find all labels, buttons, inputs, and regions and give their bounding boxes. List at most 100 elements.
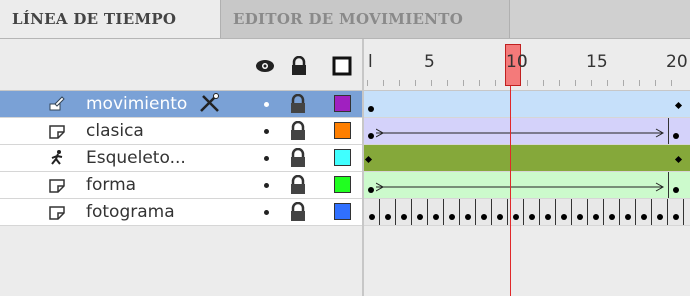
- layer-color-swatch[interactable]: [334, 176, 351, 193]
- armature-icon: [51, 150, 63, 165]
- keyframe[interactable]: [673, 187, 679, 193]
- keyframe[interactable]: [449, 214, 455, 220]
- frame-cell[interactable]: [652, 199, 668, 225]
- tween-arrow: [376, 128, 665, 138]
- lock-icon[interactable]: [288, 202, 308, 222]
- ruler-tick: [639, 80, 640, 86]
- frame-cell[interactable]: [604, 199, 620, 225]
- frame-cell[interactable]: [380, 199, 396, 225]
- frame-cell[interactable]: [572, 199, 588, 225]
- frame-cell[interactable]: [620, 199, 636, 225]
- frame-cell[interactable]: [556, 199, 572, 225]
- keyframe[interactable]: [497, 214, 503, 220]
- keyframe[interactable]: [417, 214, 423, 220]
- keyframe[interactable]: [577, 214, 583, 220]
- layer-color-swatch[interactable]: [334, 149, 351, 166]
- track-fotograma[interactable]: [364, 199, 690, 226]
- frame-cell[interactable]: [476, 199, 492, 225]
- ruler-tick: [575, 80, 576, 86]
- layer-icon: [49, 206, 65, 220]
- track-clasica[interactable]: [364, 118, 690, 145]
- timeline-empty-area: [364, 226, 690, 296]
- frame-cell[interactable]: [428, 199, 444, 225]
- layer-name[interactable]: forma: [86, 172, 136, 198]
- frame-cell[interactable]: [524, 199, 540, 225]
- visibility-dot[interactable]: [264, 183, 269, 188]
- keyframe[interactable]: [673, 133, 679, 139]
- lock-icon[interactable]: [290, 56, 308, 76]
- visibility-dot[interactable]: [264, 102, 269, 107]
- layer-row-forma[interactable]: forma: [0, 172, 362, 199]
- ruler-tick: [367, 80, 368, 86]
- ruler-tick: [623, 80, 624, 86]
- ruler-tick: [479, 80, 480, 86]
- keyframe[interactable]: [401, 214, 407, 220]
- eye-icon[interactable]: [253, 56, 277, 76]
- keyframe[interactable]: [385, 214, 391, 220]
- tab-timeline[interactable]: LÍNEA DE TIEMPO: [0, 0, 221, 38]
- ruler-tick: [383, 80, 384, 86]
- keyframe[interactable]: [673, 214, 679, 220]
- layer-row-fotograma[interactable]: fotograma: [0, 199, 362, 226]
- frame-cell[interactable]: [540, 199, 556, 225]
- layer-color-swatch[interactable]: [334, 122, 351, 139]
- frame-cell[interactable]: [460, 199, 476, 225]
- track-forma[interactable]: [364, 172, 690, 199]
- ruler-tick: [447, 80, 448, 86]
- keyframe[interactable]: [657, 214, 663, 220]
- track-movimiento[interactable]: [364, 91, 690, 118]
- keyframe[interactable]: [481, 214, 487, 220]
- track-esqueleto[interactable]: [364, 145, 690, 172]
- ruler-tick: [543, 80, 544, 86]
- outline-square-icon[interactable]: [332, 56, 352, 76]
- frame-cell[interactable]: [636, 199, 652, 225]
- lock-icon[interactable]: [288, 121, 308, 141]
- visibility-dot[interactable]: [264, 129, 269, 134]
- property-keyframe[interactable]: [674, 101, 683, 110]
- keyframe[interactable]: [545, 214, 551, 220]
- keyframe[interactable]: [368, 187, 374, 193]
- keyframe[interactable]: [369, 214, 375, 220]
- ruler-tick: [415, 80, 416, 86]
- pose-keyframe[interactable]: [674, 155, 683, 164]
- layer-name[interactable]: movimiento: [86, 91, 187, 117]
- lock-icon[interactable]: [288, 94, 308, 114]
- visibility-dot[interactable]: [264, 210, 269, 215]
- layer-color-swatch[interactable]: [334, 203, 351, 220]
- tab-motion-editor[interactable]: EDITOR DE MOVIMIENTO: [221, 0, 510, 38]
- keyframe[interactable]: [593, 214, 599, 220]
- keyframe[interactable]: [561, 214, 567, 220]
- layer-row-esqueleto[interactable]: Esqueleto...: [0, 145, 362, 172]
- layer-row-clasica[interactable]: clasica: [0, 118, 362, 145]
- layer-row-movimiento[interactable]: movimiento: [0, 91, 362, 118]
- keyframe[interactable]: [513, 214, 519, 220]
- ruler-tick: [463, 80, 464, 86]
- keyframe[interactable]: [465, 214, 471, 220]
- keyframe[interactable]: [433, 214, 439, 220]
- layers-empty-area: [0, 226, 362, 296]
- frame-cell[interactable]: [396, 199, 412, 225]
- keyframe[interactable]: [368, 133, 374, 139]
- frame-cell[interactable]: [492, 199, 508, 225]
- lock-icon[interactable]: [288, 148, 308, 168]
- keyframe[interactable]: [609, 214, 615, 220]
- keyframe[interactable]: [368, 106, 374, 112]
- keyframe[interactable]: [529, 214, 535, 220]
- visibility-dot[interactable]: [264, 156, 269, 161]
- lock-icon[interactable]: [288, 175, 308, 195]
- frame-cell[interactable]: [668, 199, 684, 225]
- layer-color-swatch[interactable]: [334, 95, 351, 112]
- layer-name[interactable]: Esqueleto...: [86, 145, 186, 171]
- frame-cell[interactable]: [412, 199, 428, 225]
- ruler-tick: [655, 80, 656, 86]
- pen-cross-icon[interactable]: [198, 93, 222, 115]
- keyframe[interactable]: [625, 214, 631, 220]
- ruler-label: l: [368, 52, 373, 72]
- layer-name[interactable]: fotograma: [86, 199, 175, 225]
- frame-cell[interactable]: [364, 199, 380, 225]
- frame-cell[interactable]: [444, 199, 460, 225]
- keyframe[interactable]: [641, 214, 647, 220]
- frame-cell[interactable]: [588, 199, 604, 225]
- pose-keyframe[interactable]: [364, 155, 373, 164]
- layer-name[interactable]: clasica: [86, 118, 144, 144]
